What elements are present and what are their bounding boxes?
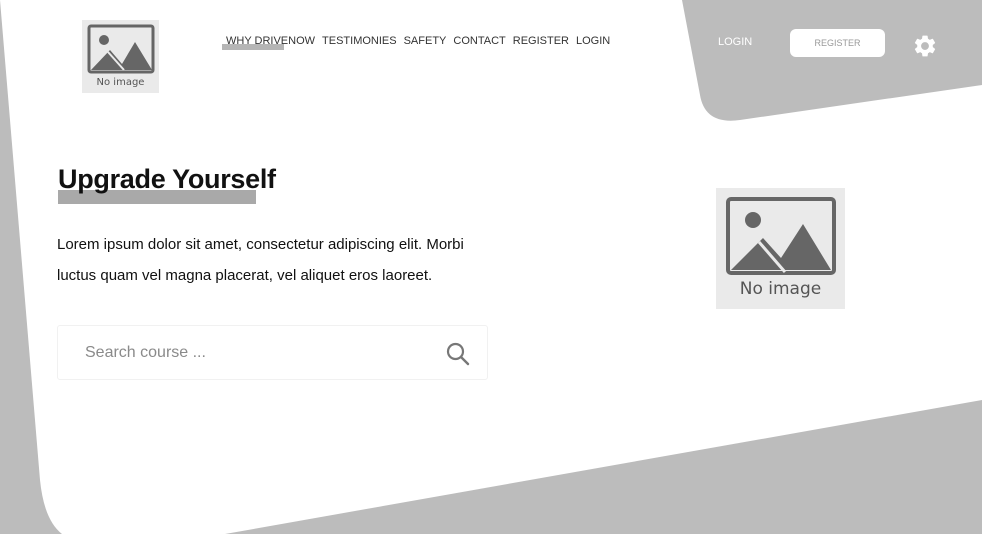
gear-icon[interactable] xyxy=(912,33,938,59)
left-edge-shape xyxy=(0,0,62,534)
nav-item-register[interactable]: REGISTER xyxy=(513,35,569,48)
search-input[interactable] xyxy=(85,343,425,363)
header-login-link[interactable]: LOGIN xyxy=(718,36,752,48)
search-icon[interactable] xyxy=(445,341,471,367)
search-box xyxy=(57,325,488,380)
nav-item-why-drivenow[interactable]: WHY DRIVENOW xyxy=(226,35,315,48)
site-logo[interactable]: No image xyxy=(82,20,159,93)
hero-image: No image xyxy=(716,188,845,309)
image-placeholder-icon xyxy=(725,197,836,275)
header-register-button[interactable]: REGISTER xyxy=(790,29,885,57)
nav-item-safety[interactable]: SAFETY xyxy=(404,35,447,48)
hero-image-placeholder-text: No image xyxy=(739,279,822,299)
hero-description: Lorem ipsum dolor sit amet, consectetur … xyxy=(57,236,464,284)
bottom-wave-shape xyxy=(225,400,982,534)
nav-item-login[interactable]: LOGIN xyxy=(576,35,610,48)
nav-item-testimonies[interactable]: TESTIMONIES xyxy=(322,35,397,48)
main-nav: WHY DRIVENOW TESTIMONIES SAFETY CONTACT … xyxy=(226,35,610,48)
hero-title-block: Upgrade Yourself xyxy=(58,164,276,204)
logo-placeholder-text: No image xyxy=(96,77,145,88)
nav-item-contact[interactable]: CONTACT xyxy=(453,35,505,48)
image-placeholder-icon xyxy=(87,24,154,74)
hero-title: Upgrade Yourself xyxy=(58,164,276,194)
header-corner-shape xyxy=(682,0,982,121)
